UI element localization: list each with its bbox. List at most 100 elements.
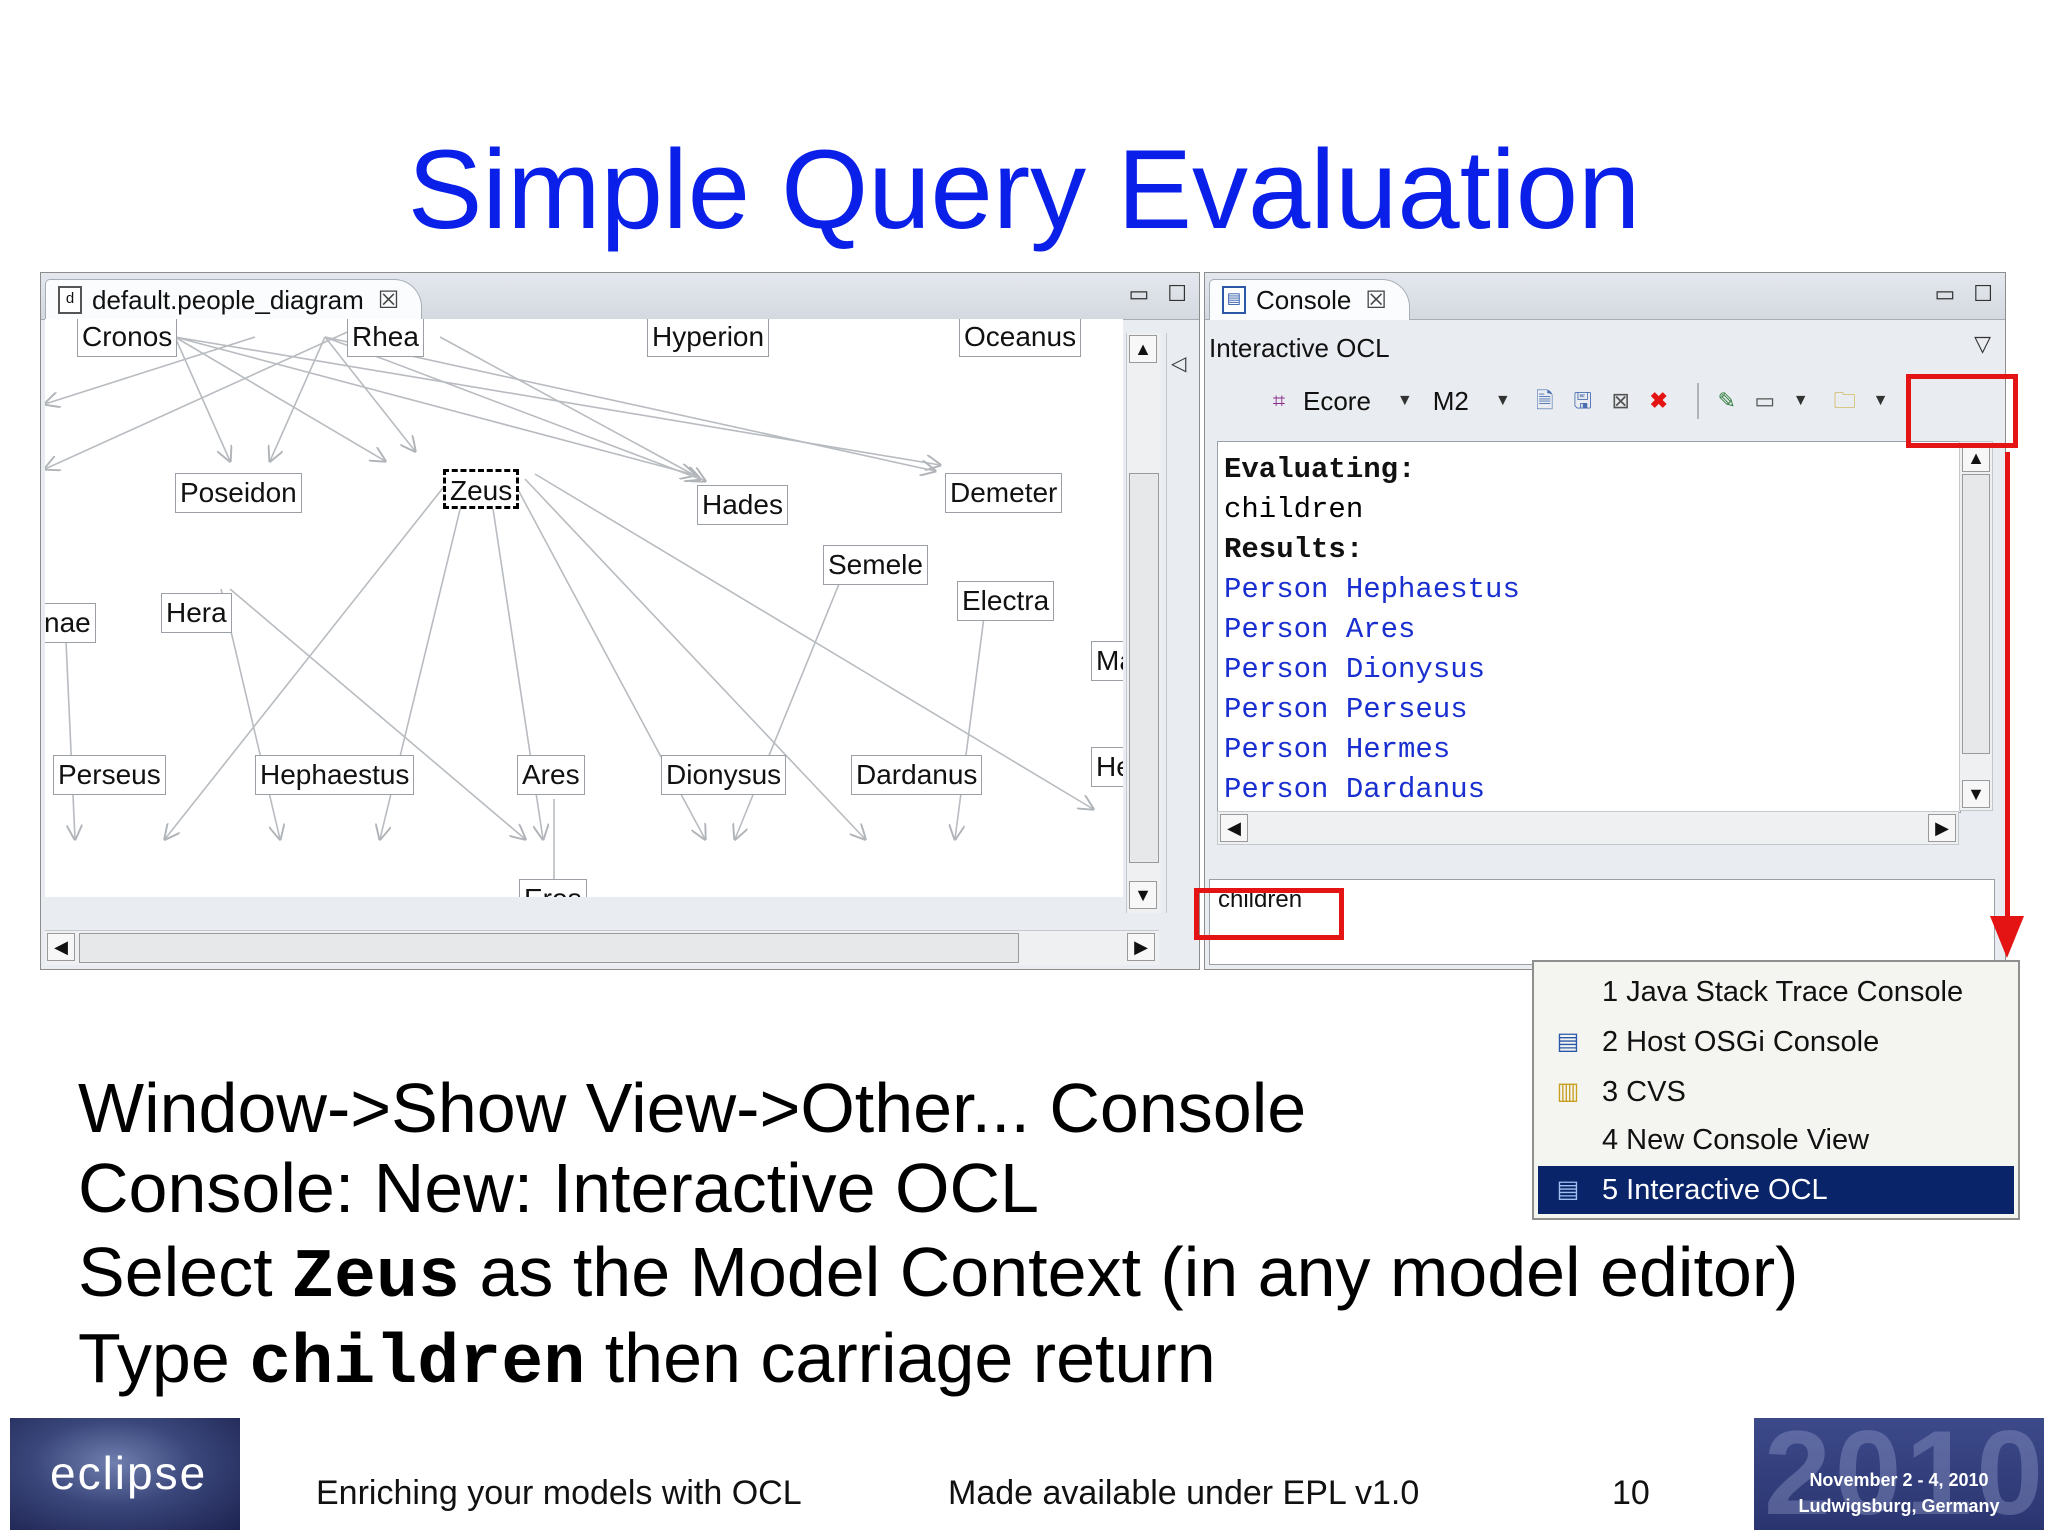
node-ma[interactable]: Ma [1091, 641, 1123, 681]
menu-item-host-osgi[interactable]: ▤ 2 Host OSGi Console [1538, 1018, 2014, 1066]
document-icon[interactable]: 🗎 [1531, 387, 1559, 415]
footer-page-number: 10 [1612, 1474, 1650, 1512]
level-selector[interactable]: M2 ▼ [1433, 386, 1521, 417]
footer-license: Made available under EPL v1.0 [948, 1474, 1420, 1512]
side-panel-toggle[interactable]: ◁ [1166, 333, 1195, 913]
conference-date: November 2 - 4, 2010 [1809, 1470, 1989, 1490]
maximize-icon[interactable]: ☐ [1973, 281, 1993, 307]
node-hera[interactable]: Hera [161, 593, 232, 633]
toolbar-separator [1696, 383, 1699, 419]
diagram-tab-bar: d default.people_diagram ☒ ▭ ☐ [41, 273, 1199, 320]
diagram-horizontal-scrollbar[interactable]: ◀ ▶ [45, 930, 1159, 965]
close-icon[interactable]: ☒ [378, 286, 400, 315]
ocl-console-icon: ▤ [1556, 1176, 1580, 1203]
node-dionysus[interactable]: Dionysus [661, 755, 787, 795]
minimize-icon[interactable]: ▭ [1128, 281, 1149, 307]
scroll-left-icon[interactable]: ◀ [1220, 814, 1248, 842]
scroll-thumb[interactable] [79, 933, 1019, 963]
tab-default-people-diagram[interactable]: d default.people_diagram ☒ [45, 279, 423, 320]
node-oceanus[interactable]: Oceanus [959, 319, 1082, 357]
menu-item-label: 1 Java Stack Trace Console [1602, 975, 1964, 1008]
caret-down-icon[interactable]: ▼ [1397, 392, 1413, 410]
node-ares[interactable]: Ares [517, 755, 585, 795]
result-line: Person Hermes [1224, 733, 1451, 766]
node-he[interactable]: He [1091, 747, 1123, 787]
highlight-arrow-line [2005, 452, 2010, 922]
console-horizontal-scrollbar[interactable]: ◀ ▶ [1217, 811, 1959, 845]
maximize-icon[interactable]: ☐ [1167, 281, 1187, 307]
tab-label: Console [1256, 284, 1352, 315]
clear-console-icon[interactable]: ⊠ [1607, 387, 1635, 415]
node-poseidon[interactable]: Poseidon [175, 473, 302, 513]
metamodel-selector[interactable]: ⌗ Ecore ▼ [1265, 386, 1423, 417]
menu-item-java-stack-trace[interactable]: 1 Java Stack Trace Console [1538, 968, 2014, 1016]
console-vertical-scrollbar[interactable]: ▲ ▼ [1959, 441, 1993, 811]
scroll-up-icon[interactable]: ▲ [1962, 444, 1990, 472]
instruction-line-3: Select Zeus as the Model Context (in any… [78, 1233, 1799, 1318]
result-line: Person Dardanus [1224, 773, 1486, 806]
console-toolbar: ⌗ Ecore ▼ M2 ▼ 🗎 🖫 ⊠ ✖ ✎ ▭ ▼ 🗀 ▼ [1205, 373, 2005, 429]
close-icon[interactable]: ☒ [1365, 286, 1387, 315]
node-electra[interactable]: Electra [957, 581, 1055, 621]
scroll-thumb[interactable] [1962, 474, 1990, 754]
node-demeter[interactable]: Demeter [945, 473, 1063, 513]
node-semele[interactable]: Semele [823, 545, 928, 585]
console-panel: ▤ Console ☒ ▭ ☐ Interactive OCL ▽ ⌗ Ecor… [1204, 272, 2006, 970]
caret-down-icon[interactable]: ▼ [1793, 392, 1809, 410]
pin-console-icon[interactable]: ✎ [1713, 387, 1741, 415]
open-console-icon[interactable]: 🗀 [1831, 387, 1859, 415]
node-hephaestus[interactable]: Hephaestus [255, 755, 415, 795]
chevron-left-icon[interactable]: ◁ [1171, 351, 1186, 376]
caret-down-icon[interactable]: ▼ [1495, 392, 1511, 410]
display-console-icon[interactable]: ▭ [1751, 387, 1779, 415]
node-eros[interactable]: Eros [519, 879, 587, 897]
diagram-vertical-scrollbar[interactable]: ▲ ▼ [1126, 333, 1161, 913]
diagram-canvas[interactable]: Cronos Rhea Hyperion Oceanus Poseidon Ze… [45, 319, 1123, 897]
scroll-up-icon[interactable]: ▲ [1129, 335, 1157, 363]
node-nae[interactable]: nae [45, 603, 96, 643]
code-zeus: Zeus [292, 1239, 461, 1318]
eclipse-logo: eclipse [10, 1418, 240, 1530]
result-line: Person Ares [1224, 613, 1416, 646]
menu-item-interactive-ocl[interactable]: ▤ 5 Interactive OCL [1538, 1166, 2014, 1214]
metamodel-label: Ecore [1303, 385, 1371, 416]
node-zeus-selected[interactable]: Zeus [443, 469, 520, 509]
scroll-left-icon[interactable]: ◀ [47, 933, 75, 961]
caret-down-icon[interactable]: ▼ [1873, 392, 1889, 410]
minimize-icon[interactable]: ▭ [1934, 281, 1955, 307]
scroll-down-icon[interactable]: ▼ [1129, 881, 1157, 909]
cvs-console-icon: ▥ [1556, 1078, 1580, 1105]
tab-label: default.people_diagram [92, 284, 364, 315]
menu-item-label: 2 Host OSGi Console [1602, 1025, 1880, 1058]
diagram-editor-panel: d default.people_diagram ☒ ▭ ☐ Cronos Rh… [40, 272, 1200, 970]
evaluated-expression: children [1224, 493, 1364, 526]
node-perseus[interactable]: Perseus [53, 755, 166, 795]
level-label: M2 [1432, 385, 1469, 416]
evaluating-label: Evaluating: [1224, 453, 1416, 486]
scroll-down-icon[interactable]: ▼ [1962, 780, 1990, 808]
menu-item-cvs[interactable]: ▥ 3 CVS [1538, 1068, 2014, 1116]
chevron-down-icon[interactable]: ▽ [1974, 331, 1991, 357]
node-dardanus[interactable]: Dardanus [851, 755, 983, 795]
remove-icon[interactable]: ✖ [1645, 387, 1673, 415]
input-highlight-box [1194, 888, 1344, 940]
save-icon[interactable]: 🖫 [1569, 387, 1597, 415]
node-cronos[interactable]: Cronos [77, 319, 178, 357]
instruction-line-4: Type children then carriage return [78, 1319, 1216, 1404]
console-subtitle: Interactive OCL [1209, 333, 1390, 363]
conference-logo: 2010 November 2 - 4, 2010 Ludwigsburg, G… [1754, 1418, 2044, 1530]
tab-console[interactable]: ▤ Console ☒ [1209, 279, 1410, 320]
menu-item-new-console-view[interactable]: 4 New Console View [1538, 1116, 2014, 1164]
node-hyperion[interactable]: Hyperion [647, 319, 770, 357]
result-line: Person Perseus [1224, 693, 1468, 726]
node-hades[interactable]: Hades [697, 485, 788, 525]
node-rhea[interactable]: Rhea [347, 319, 424, 357]
scroll-thumb[interactable] [1129, 473, 1159, 863]
scroll-right-icon[interactable]: ▶ [1127, 933, 1155, 961]
scroll-right-icon[interactable]: ▶ [1928, 814, 1956, 842]
ecore-icon: ⌗ [1272, 388, 1286, 413]
console-dropdown-menu: 1 Java Stack Trace Console ▤ 2 Host OSGi… [1532, 960, 2020, 1220]
slide-title: Simple Query Evaluation [407, 127, 1641, 252]
footer-course-title: Enriching your models with OCL [316, 1474, 802, 1512]
result-line: Person Dionysus [1224, 653, 1486, 686]
